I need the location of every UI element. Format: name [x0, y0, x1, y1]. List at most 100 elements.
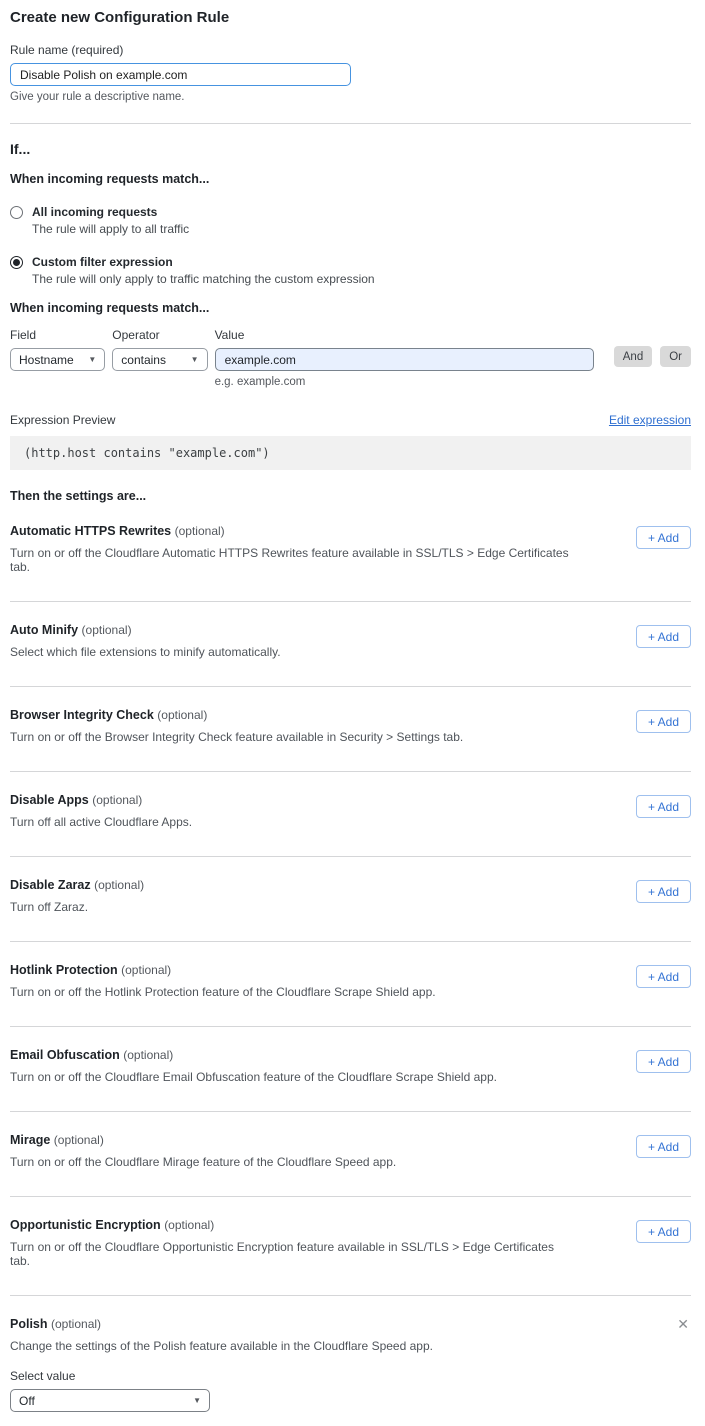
- setting-divider: [10, 941, 691, 942]
- add-setting-button[interactable]: + Add: [636, 1220, 691, 1243]
- setting-title: Browser Integrity Check (optional): [10, 708, 463, 722]
- polish-select-label: Select value: [10, 1369, 691, 1383]
- optional-tag: (optional): [94, 878, 144, 892]
- add-setting-button[interactable]: + Add: [636, 795, 691, 818]
- setting-description: Turn off Zaraz.: [10, 900, 144, 914]
- or-button[interactable]: Or: [660, 346, 691, 367]
- setting-divider: [10, 686, 691, 687]
- edit-expression-link[interactable]: Edit expression: [609, 413, 691, 427]
- optional-tag: (optional): [82, 623, 132, 637]
- polish-setting-row: Polish (optional) ✕ Change the settings …: [10, 1317, 691, 1412]
- polish-title: Polish (optional): [10, 1317, 101, 1331]
- create-configuration-rule-page: Create new Configuration Rule Rule name …: [0, 0, 705, 1426]
- setting-description: Turn on or off the Cloudflare Automatic …: [10, 546, 570, 574]
- settings-list: Automatic HTTPS Rewrites (optional) Turn…: [10, 524, 691, 1296]
- setting-divider: [10, 1196, 691, 1197]
- radio-label: Custom filter expression: [32, 255, 375, 269]
- setting-description: Turn on or off the Browser Integrity Che…: [10, 730, 463, 744]
- setting-row: Hotlink Protection (optional) Turn on or…: [10, 963, 691, 1027]
- optional-tag: (optional): [54, 1133, 104, 1147]
- operator-label: Operator: [112, 328, 207, 342]
- if-heading: If...: [10, 141, 691, 157]
- then-settings-heading: Then the settings are...: [10, 489, 691, 503]
- add-setting-button[interactable]: + Add: [636, 1050, 691, 1073]
- add-setting-button[interactable]: + Add: [636, 710, 691, 733]
- setting-description: Turn on or off the Cloudflare Email Obfu…: [10, 1070, 497, 1084]
- field-select[interactable]: Hostname ▼: [10, 348, 105, 371]
- add-setting-button[interactable]: + Add: [636, 965, 691, 988]
- setting-description: Select which file extensions to minify a…: [10, 645, 281, 659]
- optional-tag: (optional): [123, 1048, 173, 1062]
- setting-divider: [10, 1295, 691, 1296]
- rule-name-label: Rule name (required): [10, 43, 691, 57]
- radio-description: The rule will only apply to traffic matc…: [32, 272, 375, 286]
- optional-tag: (optional): [92, 793, 142, 807]
- setting-row: Automatic HTTPS Rewrites (optional) Turn…: [10, 524, 691, 602]
- setting-description: Turn on or off the Cloudflare Mirage fea…: [10, 1155, 396, 1169]
- setting-description: Turn on or off the Hotlink Protection fe…: [10, 985, 436, 999]
- setting-row: Email Obfuscation (optional) Turn on or …: [10, 1048, 691, 1112]
- optional-tag: (optional): [157, 708, 207, 722]
- expression-builder: Field Hostname ▼ Operator contains ▼ Val…: [10, 328, 691, 388]
- radio-label: All incoming requests: [32, 205, 189, 219]
- rule-name-input[interactable]: [10, 63, 351, 86]
- setting-description: Turn on or off the Cloudflare Opportunis…: [10, 1240, 570, 1268]
- add-setting-button[interactable]: + Add: [636, 880, 691, 903]
- setting-divider: [10, 771, 691, 772]
- setting-divider: [10, 856, 691, 857]
- radio-custom-filter-expression[interactable]: Custom filter expression The rule will o…: [10, 255, 691, 286]
- radio-unselected-icon[interactable]: [10, 206, 23, 219]
- setting-row: Auto Minify (optional) Select which file…: [10, 623, 691, 687]
- setting-row: Opportunistic Encryption (optional) Turn…: [10, 1218, 691, 1296]
- add-setting-button[interactable]: + Add: [636, 1135, 691, 1158]
- setting-divider: [10, 1111, 691, 1112]
- setting-title: Automatic HTTPS Rewrites (optional): [10, 524, 570, 538]
- polish-value-select[interactable]: Off ▼: [10, 1389, 210, 1412]
- close-icon[interactable]: ✕: [675, 1317, 691, 1331]
- operator-select[interactable]: contains ▼: [112, 348, 207, 371]
- optional-tag: (optional): [121, 963, 171, 977]
- setting-title: Email Obfuscation (optional): [10, 1048, 497, 1062]
- expression-builder-heading: When incoming requests match...: [10, 301, 691, 315]
- polish-select-value: Off: [19, 1394, 35, 1408]
- expression-preview-header: Expression Preview Edit expression: [10, 413, 691, 427]
- chevron-down-icon: ▼: [88, 355, 96, 364]
- setting-title: Hotlink Protection (optional): [10, 963, 436, 977]
- value-helper: e.g. example.com: [215, 376, 594, 388]
- field-select-value: Hostname: [19, 353, 74, 367]
- chevron-down-icon: ▼: [191, 355, 199, 364]
- radio-all-incoming-requests[interactable]: All incoming requests The rule will appl…: [10, 205, 691, 236]
- setting-divider: [10, 601, 691, 602]
- optional-tag: (optional): [51, 1317, 101, 1331]
- setting-title: Mirage (optional): [10, 1133, 396, 1147]
- expression-preview-code: (http.host contains "example.com"): [10, 436, 691, 470]
- radio-selected-icon[interactable]: [10, 256, 23, 269]
- page-title: Create new Configuration Rule: [10, 9, 691, 26]
- setting-row: Browser Integrity Check (optional) Turn …: [10, 708, 691, 772]
- polish-description: Change the settings of the Polish featur…: [10, 1339, 570, 1353]
- incoming-requests-match-heading: When incoming requests match...: [10, 172, 691, 186]
- field-label: Field: [10, 328, 105, 342]
- operator-select-value: contains: [121, 353, 166, 367]
- rule-name-helper: Give your rule a descriptive name.: [10, 91, 691, 103]
- setting-title: Disable Zaraz (optional): [10, 878, 144, 892]
- setting-title: Disable Apps (optional): [10, 793, 192, 807]
- and-button[interactable]: And: [614, 346, 652, 367]
- value-label: Value: [215, 328, 594, 342]
- setting-description: Turn off all active Cloudflare Apps.: [10, 815, 192, 829]
- optional-tag: (optional): [164, 1218, 214, 1232]
- expression-preview-label: Expression Preview: [10, 413, 115, 427]
- radio-description: The rule will apply to all traffic: [32, 222, 189, 236]
- rule-name-section: Rule name (required) Give your rule a de…: [10, 43, 691, 103]
- add-setting-button[interactable]: + Add: [636, 625, 691, 648]
- chevron-down-icon: ▼: [193, 1396, 201, 1405]
- setting-row: Disable Apps (optional) Turn off all act…: [10, 793, 691, 857]
- setting-row: Disable Zaraz (optional) Turn off Zaraz.…: [10, 878, 691, 942]
- optional-tag: (optional): [175, 524, 225, 538]
- setting-title: Auto Minify (optional): [10, 623, 281, 637]
- add-setting-button[interactable]: + Add: [636, 526, 691, 549]
- setting-title: Opportunistic Encryption (optional): [10, 1218, 570, 1232]
- setting-divider: [10, 1026, 691, 1027]
- section-divider: [10, 123, 691, 124]
- value-input[interactable]: [215, 348, 594, 371]
